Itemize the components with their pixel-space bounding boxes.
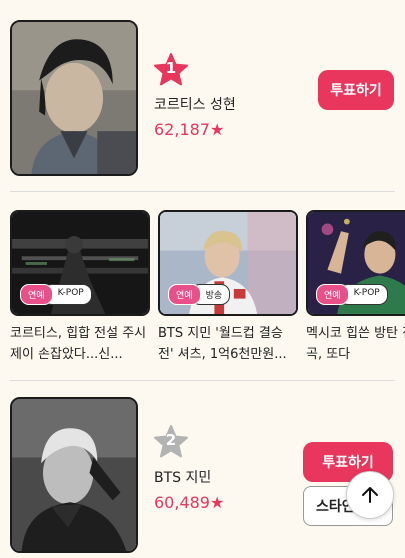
- category-tag: 연예: [20, 284, 53, 305]
- news-tags: 연예 K-POP: [20, 284, 92, 305]
- news-tags: 연예 방송: [168, 284, 231, 305]
- rank-number: 2: [165, 431, 177, 449]
- star-icon: 2: [154, 425, 188, 459]
- artist-photo[interactable]: [10, 397, 138, 553]
- news-card[interactable]: 연예 방송 BTS 지민 '월드컵 결승전' 셔츠, 1억6천만원...: [158, 210, 298, 365]
- vote-button[interactable]: 투표하기: [318, 70, 394, 110]
- news-card[interactable]: 연예 K-POP 코르티스, 힙합 전설 주시 제이 손잡았다...신...: [10, 210, 150, 365]
- news-thumbnail[interactable]: 연예 방송: [158, 210, 298, 316]
- artist-name: 코르티스 성현: [154, 97, 236, 113]
- vote-count: 60,489★: [154, 493, 225, 512]
- ranking-item-1[interactable]: 1 코르티스 성현 62,187★ 투표하기: [10, 20, 395, 176]
- vote-count: 62,187★: [154, 120, 225, 139]
- divider: [10, 380, 395, 381]
- news-tags: 연예 K-POP: [316, 284, 388, 305]
- news-title[interactable]: 코르티스, 힙합 전설 주시 제이 손잡았다...신...: [10, 323, 150, 365]
- scroll-top-button[interactable]: [346, 471, 394, 519]
- news-title[interactable]: BTS 지민 '월드컵 결승전' 셔츠, 1억6천만원...: [158, 323, 298, 365]
- news-thumbnail[interactable]: 연예 K-POP: [306, 210, 405, 316]
- news-card[interactable]: 연예 K-POP 멕시코 힙쓴 방탄 진 솔로곡, 또다: [306, 210, 405, 365]
- artist-name: BTS 지민: [154, 470, 212, 486]
- news-thumbnail[interactable]: 연예 K-POP: [10, 210, 150, 316]
- category-tag: 연예: [168, 284, 201, 305]
- news-title[interactable]: 멕시코 힙쓴 방탄 진 솔로곡, 또다: [306, 323, 405, 365]
- arrow-up-icon: [362, 487, 378, 503]
- artist-photo[interactable]: [10, 20, 138, 176]
- news-carousel[interactable]: 연예 K-POP 코르티스, 힙합 전설 주시 제이 손잡았다...신... 연…: [10, 210, 405, 370]
- star-icon: 1: [154, 53, 188, 87]
- rank-number: 1: [165, 59, 177, 77]
- divider: [10, 191, 395, 192]
- category-tag: 연예: [316, 284, 349, 305]
- ranking-item-2[interactable]: 2 BTS 지민 60,489★ 투표하기 스타인: [10, 397, 395, 557]
